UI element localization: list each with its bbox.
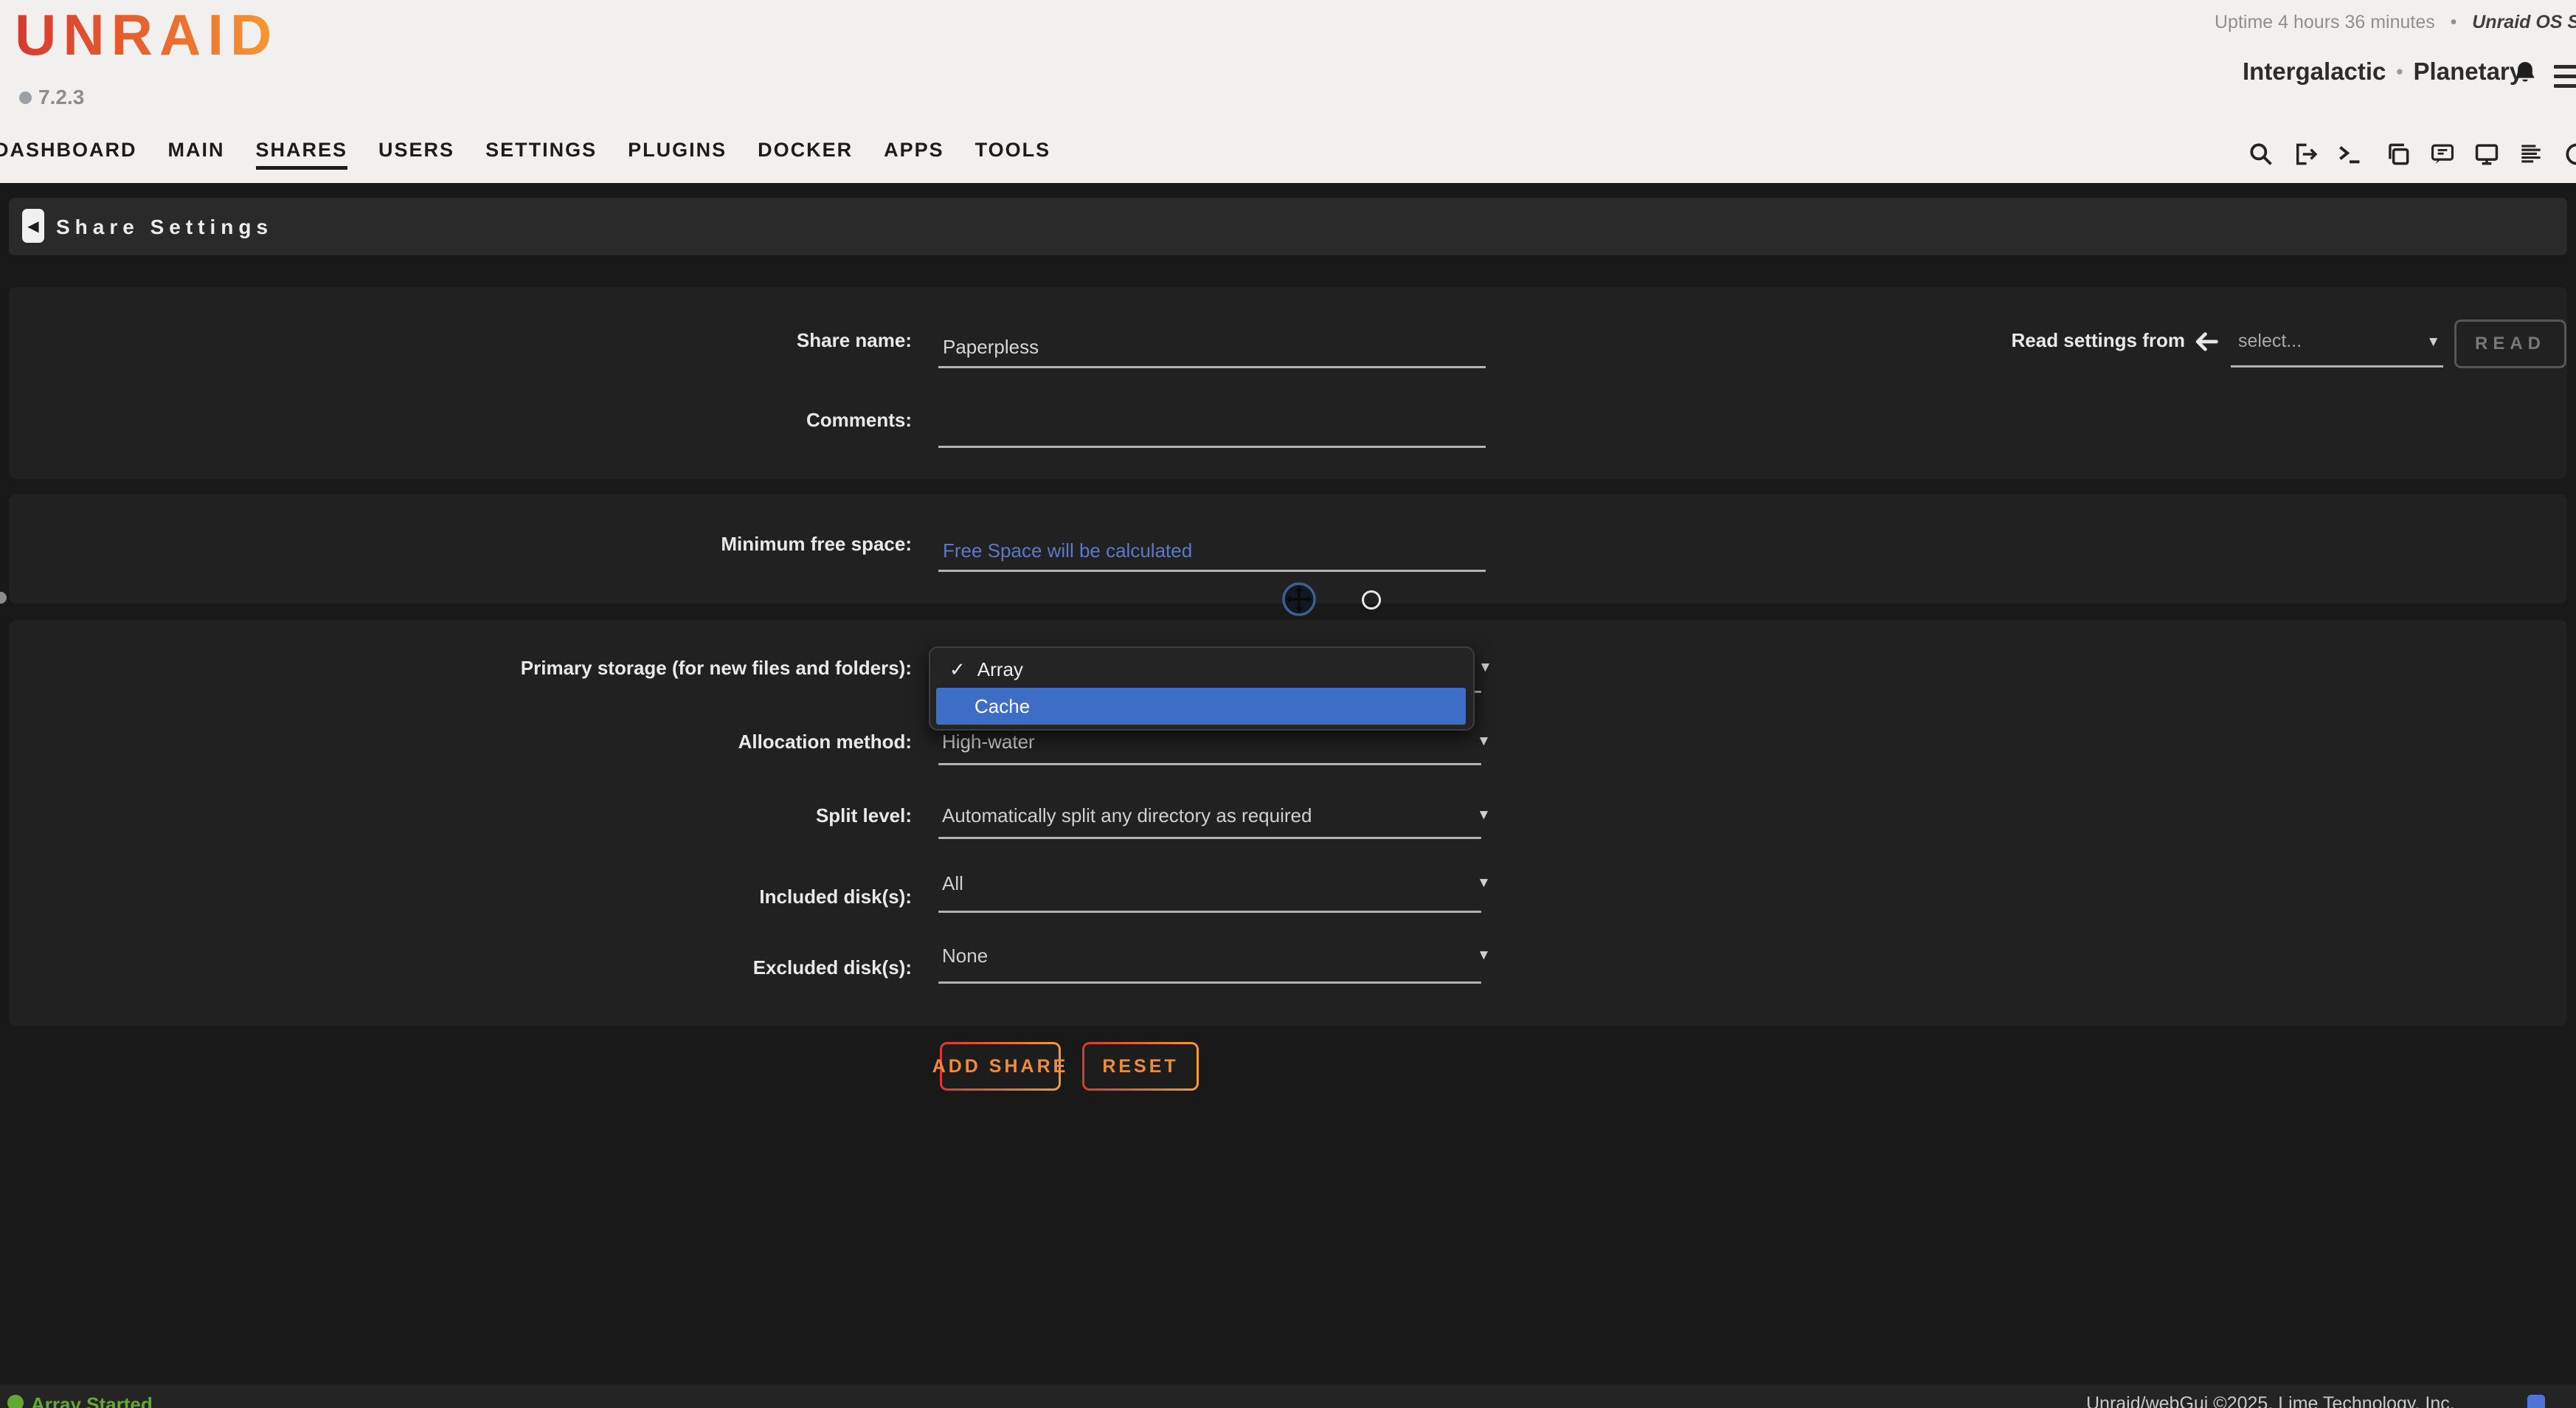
dropdown-option-cache[interactable]: Cache (936, 688, 1466, 725)
unraid-logo[interactable]: UNRAID (15, 1, 278, 69)
reset-button[interactable]: RESET (1082, 1042, 1199, 1091)
panel-share-identity (9, 287, 2567, 479)
read-settings-select-value: select... (2238, 331, 2302, 352)
share-name-label: Share name: (292, 329, 912, 352)
chevron-down-icon: ▼ (2426, 334, 2440, 351)
unraid-share-settings-screen: UNRAID 7.2.3 Uptime 4 hours 36 minutes •… (0, 0, 2576, 1408)
array-status-icon (7, 1395, 24, 1408)
notifications-bell-icon[interactable] (2511, 59, 2539, 92)
uptime-text: Uptime 4 hours 36 minutes (2215, 12, 2435, 32)
allocation-method-label: Allocation method: (292, 731, 912, 753)
version-number: 7.2.3 (38, 86, 84, 109)
footer-link-icon[interactable] (2527, 1395, 2545, 1408)
min-free-space-label: Minimum free space: (292, 533, 912, 556)
chevron-down-icon[interactable]: ▼ (1477, 875, 1491, 891)
log-icon[interactable] (2517, 140, 2545, 168)
split-level-value[interactable]: Automatically split any directory as req… (942, 804, 1312, 827)
read-settings-select[interactable]: select... ▼ (2231, 325, 2445, 367)
comments-label: Comments: (292, 409, 912, 432)
top-header: UNRAID 7.2.3 Uptime 4 hours 36 minutes •… (0, 0, 2576, 183)
dropdown-option-label: Cache (974, 695, 1030, 718)
read-settings-label: Read settings from (1890, 329, 2185, 352)
split-level-label: Split level: (292, 804, 912, 827)
version-indicator: 7.2.3 (19, 86, 84, 109)
chevron-down-icon[interactable]: ▼ (1477, 948, 1491, 964)
os-edition: Unraid OS Starter (2472, 12, 2576, 32)
dropdown-option-label: Array (977, 658, 1023, 681)
excluded-disks-value[interactable]: None (942, 945, 988, 967)
arrow-left-icon (2192, 328, 2220, 356)
share-name-input[interactable] (938, 328, 1486, 368)
back-icon[interactable]: ◀ (22, 209, 44, 243)
version-dot-icon (19, 92, 32, 104)
server-description: Planetary (2414, 58, 2524, 86)
uptime-status: Uptime 4 hours 36 minutes • Unraid OS St… (2215, 12, 2576, 33)
page-title: Share Settings (56, 215, 273, 239)
read-button[interactable]: READ (2454, 320, 2566, 368)
dot-separator: • (2396, 61, 2403, 83)
server-identity: Intergalactic • Planetary (2243, 58, 2523, 86)
circle-cursor-icon (1362, 590, 1381, 610)
menu-hamburger-icon[interactable] (2554, 65, 2576, 94)
feedback-icon[interactable] (2428, 140, 2456, 168)
edge-dot (0, 592, 7, 604)
copyright-text: Unraid/webGui ©2025, Lime Technology, In… (2086, 1393, 2455, 1408)
server-name: Intergalactic (2243, 58, 2386, 86)
logout-icon[interactable] (2291, 140, 2319, 168)
array-status-text: Array Started (31, 1393, 153, 1408)
chevron-down-icon[interactable]: ▼ (1478, 660, 1492, 676)
primary-storage-label: Primary storage (for new files and folde… (292, 657, 912, 680)
chevron-down-icon[interactable]: ▼ (1477, 807, 1491, 824)
add-share-button[interactable]: ADD SHARE (940, 1042, 1061, 1091)
excluded-disks-label: Excluded disk(s): (292, 956, 912, 979)
chevron-down-icon[interactable]: ▼ (1477, 734, 1491, 750)
nav-utility-icons (0, 140, 2576, 173)
primary-storage-dropdown: ✓ Array Cache (929, 646, 1475, 731)
copy-icon[interactable] (2384, 140, 2412, 168)
min-free-space-input[interactable] (938, 531, 1486, 572)
monitor-icon[interactable] (2473, 140, 2501, 168)
dropdown-option-array[interactable]: ✓ Array (949, 658, 1023, 681)
circle-icon[interactable] (2563, 140, 2576, 168)
included-disks-value[interactable]: All (942, 872, 963, 895)
checkmark-icon: ✓ (949, 658, 966, 681)
comments-input[interactable] (938, 407, 1486, 448)
included-disks-label: Included disk(s): (292, 886, 912, 908)
page-title-bar: ◀ Share Settings (9, 198, 2567, 255)
move-cursor-icon (1281, 582, 1317, 617)
terminal-icon[interactable] (2336, 140, 2364, 168)
search-icon[interactable] (2247, 140, 2275, 168)
allocation-method-value[interactable]: High-water (942, 731, 1035, 753)
